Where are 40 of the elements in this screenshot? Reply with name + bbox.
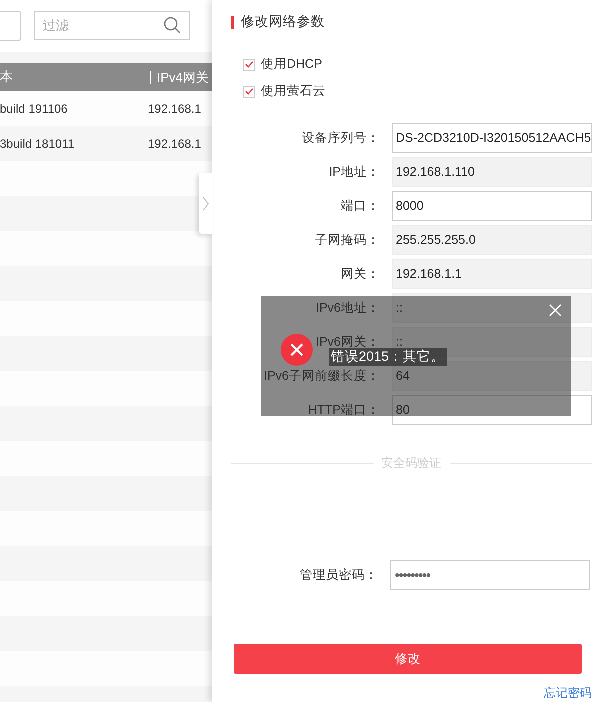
- input-field[interactable]: 192.168.1.1: [392, 259, 592, 289]
- input-field[interactable]: DS-2CD3210D-I320150512AACH5: [392, 123, 592, 153]
- field-label: 管理员密码：: [300, 568, 378, 582]
- field-label: 网关：: [341, 267, 380, 281]
- panel-title: 修改网络参数: [241, 13, 325, 31]
- column-header[interactable]: IPv4网关: [150, 70, 212, 84]
- field-label: 端口：: [341, 199, 380, 213]
- filter-field[interactable]: 过滤: [34, 11, 190, 40]
- field-label: IPv6网关：: [316, 335, 380, 349]
- table-cell-text: build 191106: [0, 102, 69, 116]
- forgot-password-link[interactable]: 忘记密码: [544, 685, 592, 702]
- field-label: IP地址：: [329, 165, 380, 179]
- input-field[interactable]: ::: [392, 293, 592, 323]
- field-label: 设备序列号：: [302, 131, 380, 145]
- field-label: HTTP端口：: [308, 403, 380, 417]
- table-cell-text: 192.168.1: [148, 102, 202, 116]
- input-field[interactable]: 80: [392, 395, 592, 425]
- submit-button[interactable]: 修改: [234, 644, 582, 674]
- error-message: 错误2015：其它。: [329, 348, 448, 366]
- column-header[interactable]: 本: [0, 68, 150, 86]
- title-accent-bar: [231, 16, 234, 28]
- checkbox-label: 使用萤石云: [261, 83, 326, 100]
- error-icon: [281, 334, 313, 366]
- input-field[interactable]: 8000: [392, 191, 592, 221]
- close-icon[interactable]: [549, 304, 562, 317]
- chevron-right-icon: [203, 196, 209, 210]
- checkbox[interactable]: [243, 58, 255, 70]
- input-field[interactable]: [0, 10, 21, 40]
- search-icon: [164, 17, 181, 34]
- password-field[interactable]: •••••••••: [390, 560, 590, 590]
- checkbox[interactable]: [243, 86, 255, 98]
- collapse-handle[interactable]: [199, 173, 213, 234]
- table-cell-text: 3build 181011: [0, 136, 76, 150]
- field-label: IPv6地址：: [316, 301, 380, 315]
- table-cell-text: 192.168.1: [148, 136, 202, 150]
- field-label: 子网掩码：: [315, 233, 380, 247]
- input-field[interactable]: 255.255.255.0: [392, 225, 592, 255]
- field-label: IPv6子网前缀长度：: [264, 369, 380, 383]
- input-field[interactable]: 192.168.1.110: [392, 157, 592, 187]
- checkbox-label: 使用DHCP: [261, 56, 322, 73]
